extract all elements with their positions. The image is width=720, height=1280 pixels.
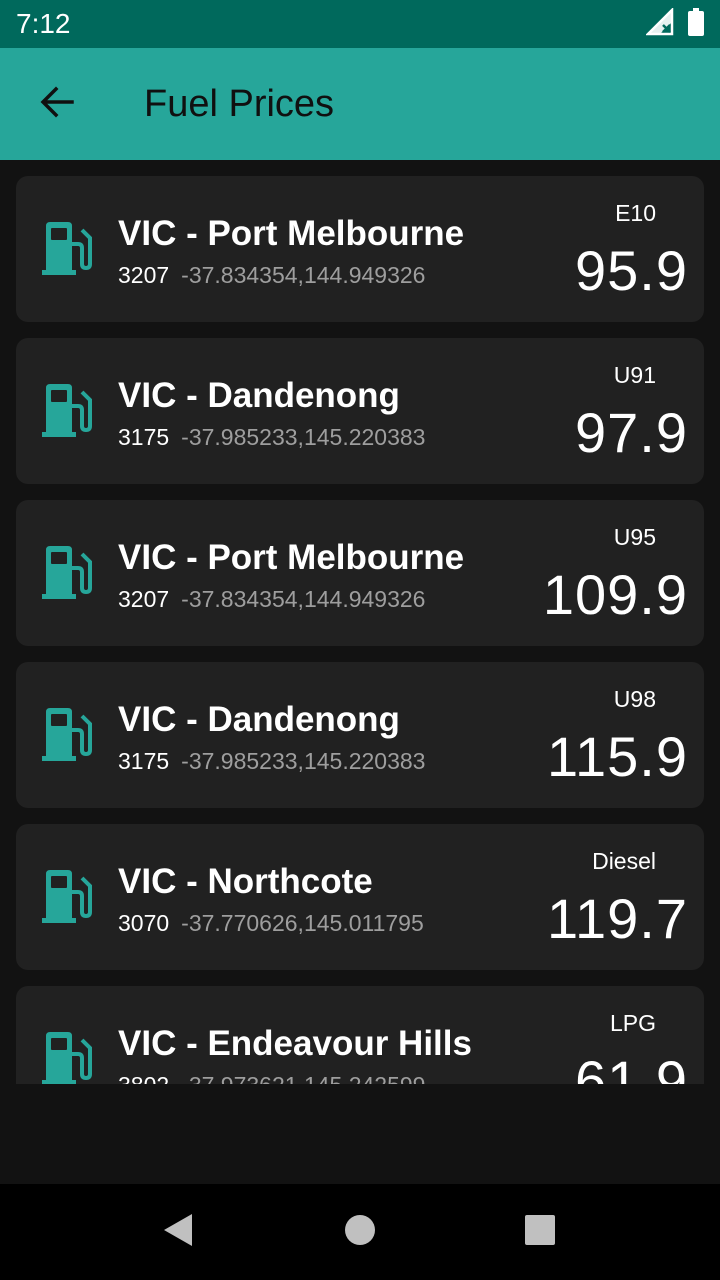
fuel-pump-icon — [42, 382, 94, 438]
station-name: VIC - Port Melbourne — [118, 538, 465, 577]
fuel-price: 97.9 — [575, 401, 688, 464]
back-triangle-icon — [162, 1213, 194, 1252]
price-card[interactable]: VIC - Port Melbourne 3207 -37.834354,144.9… — [16, 500, 704, 646]
page-title: Fuel Prices — [144, 82, 335, 125]
station-details: 3070 -37.770626,145.011795 — [118, 910, 424, 937]
price-card[interactable]: VIC - Dandenong 3175 -37.985233,145.220383… — [16, 338, 704, 484]
fuel-type: U98 — [613, 686, 656, 712]
fuel-type: U95 — [613, 524, 656, 550]
price-list[interactable]: VIC - Port Melbourne 3207 -37.834354,144.9… — [0, 160, 720, 1084]
status-bar: 7:12 — [0, 0, 720, 48]
fuel-pump-icon — [42, 220, 94, 276]
fuel-type: LPG — [609, 1010, 656, 1036]
postcode: 3070 — [118, 910, 170, 936]
station-details: 3175 -37.985233,145.220383 — [118, 748, 425, 775]
fuel-type: E10 — [615, 200, 656, 226]
fuel-pump-icon — [42, 1030, 94, 1084]
fuel-price: 115.9 — [547, 725, 688, 788]
nav-recents-button[interactable] — [508, 1200, 572, 1264]
fuel-price: 109.9 — [542, 563, 688, 626]
station-details: 3175 -37.985233,145.220383 — [118, 424, 425, 451]
coordinates: -37.770626,145.011795 — [181, 910, 424, 936]
price-card[interactable]: VIC - Northcote 3070 -37.770626,145.011795… — [16, 824, 704, 970]
fuel-pump-icon — [42, 706, 94, 762]
back-button[interactable] — [16, 64, 96, 144]
battery-icon — [688, 7, 704, 41]
price-card[interactable]: VIC - Endeavour Hills 3802 -37.973621,145.… — [16, 986, 704, 1084]
fuel-pump-icon — [42, 868, 94, 924]
app-bar: Fuel Prices — [0, 48, 720, 160]
price-card[interactable]: VIC - Dandenong 3175 -37.985233,145.220383… — [16, 662, 704, 808]
postcode: 3802 — [118, 1072, 169, 1084]
coordinates: -37.834354,144.949326 — [181, 586, 426, 612]
station-name: VIC - Dandenong — [118, 700, 400, 739]
fuel-pump-icon — [42, 544, 94, 600]
status-time: 7:12 — [16, 8, 71, 39]
signal-icon — [644, 6, 674, 41]
status-icons — [644, 6, 704, 41]
system-nav-bar — [0, 1184, 720, 1280]
fuel-price: 95.9 — [575, 239, 688, 302]
fuel-type: U91 — [613, 362, 656, 388]
postcode: 3175 — [118, 424, 170, 450]
fuel-price: 61.9 — [575, 1049, 688, 1084]
recents-square-icon — [525, 1214, 555, 1250]
coordinates: -37.973621,145.242599 — [181, 1072, 425, 1084]
arrow-back-icon — [38, 84, 74, 125]
price-card[interactable]: VIC - Port Melbourne 3207 -37.834354,144.9… — [16, 176, 704, 322]
coordinates: -37.985233,145.220383 — [181, 748, 426, 774]
station-name: VIC - Dandenong — [118, 376, 400, 415]
nav-home-button[interactable] — [328, 1200, 392, 1264]
station-name: VIC - Northcote — [118, 862, 373, 901]
coordinates: -37.985233,145.220383 — [181, 424, 426, 450]
fuel-price: 119.7 — [547, 887, 688, 950]
postcode: 3207 — [118, 262, 170, 288]
postcode: 3207 — [118, 586, 170, 612]
station-name: VIC - Endeavour Hills — [118, 1024, 472, 1063]
fuel-type: Diesel — [592, 848, 656, 874]
home-circle-icon — [344, 1214, 376, 1251]
nav-back-button[interactable] — [146, 1200, 210, 1264]
postcode: 3175 — [118, 748, 170, 774]
station-details: 3207 -37.834354,144.949326 — [118, 586, 425, 613]
station-details: 3207 -37.834354,144.949326 — [118, 262, 425, 289]
station-details: 3802 -37.973621,145.242599 — [118, 1072, 425, 1084]
station-name: VIC - Port Melbourne — [118, 214, 465, 253]
coordinates: -37.834354,144.949326 — [181, 262, 426, 288]
